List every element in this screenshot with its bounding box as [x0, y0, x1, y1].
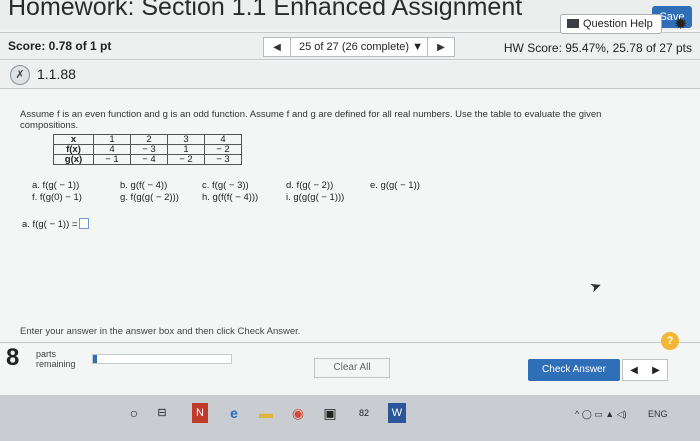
- chrome-icon[interactable]: ◉: [288, 403, 308, 423]
- check-answer-button[interactable]: Check Answer: [528, 359, 620, 381]
- table-cell: 4: [93, 144, 131, 155]
- clear-all-button[interactable]: Clear All: [314, 358, 390, 378]
- cortana-icon[interactable]: ○: [124, 403, 144, 423]
- table-cell: − 2: [167, 154, 205, 165]
- prev-question-button[interactable]: ◀: [263, 37, 291, 57]
- answer-prompt: a. f(g( − 1)) =: [22, 219, 78, 230]
- parts-col-2: b. g(f( − 4)) g. f(g(g( − 2))): [120, 180, 179, 204]
- part-h: h. g(f(f( − 4))): [202, 192, 259, 203]
- table-row: x1234: [53, 134, 242, 145]
- part-d: d. f(g( − 2)): [286, 180, 334, 191]
- help-question-icon[interactable]: ?: [661, 332, 679, 350]
- next-question-button[interactable]: ▶: [427, 37, 455, 57]
- task-view-icon[interactable]: ⊟: [152, 403, 172, 423]
- part-c: c. f(g( − 3)): [202, 180, 249, 191]
- instruction-text: Enter your answer in the answer box and …: [20, 326, 301, 337]
- answer-input[interactable]: [79, 218, 90, 229]
- system-tray-icons[interactable]: ^ ◯ ▭ ▲ ◁): [575, 409, 627, 420]
- remaining-label: remaining: [36, 359, 76, 369]
- progress-fill: [93, 355, 98, 363]
- language-indicator[interactable]: ENG: [648, 409, 668, 419]
- windows-taskbar: ○ ⊟ N e ▬ ◉ ▣ 82 W ^ ◯ ▭ ▲ ◁) ENG: [0, 395, 700, 441]
- taskbar-badge-app[interactable]: 82: [352, 403, 376, 423]
- store-icon[interactable]: ▣: [320, 403, 340, 423]
- table-cell: − 3: [130, 144, 168, 155]
- footer-divider: [0, 342, 700, 343]
- parts-remaining-count: 8: [6, 344, 20, 371]
- question-selector-label: 25 of 27 (26 complete): [299, 41, 410, 53]
- folder-icon[interactable]: ▬: [256, 403, 276, 423]
- mouse-cursor-icon: ➤: [587, 276, 604, 296]
- table-cell: 3: [167, 134, 205, 145]
- values-table: x 1 2 3 4 f(x) 4− 3 1− 2 g(x) − 1− 4− 2− 3: [53, 134, 242, 165]
- table-cell: − 2: [204, 144, 242, 155]
- parts-label: parts: [36, 349, 57, 359]
- table-cell: 1: [93, 134, 131, 145]
- caret-down-icon: ▼: [412, 41, 424, 53]
- prev-part-icon[interactable]: ◀: [630, 365, 638, 376]
- table-row-header: f(x): [53, 144, 94, 155]
- part-i: i. g(g(g( − 1))): [286, 192, 345, 203]
- parts-col-3: c. f(g( − 3)) h. g(f(f( − 4))): [202, 180, 258, 204]
- page-title: Homework: Section 1.1 Enhanced Assignmen…: [8, 0, 523, 21]
- question-score: Score: 0.78 of 1 pt: [8, 39, 112, 53]
- part-a: a. f(g( − 1)): [32, 180, 80, 191]
- table-row-header: g(x): [53, 154, 94, 165]
- parts-col-5: e. g(g( − 1)): [370, 180, 420, 192]
- help-list-icon: [567, 19, 579, 28]
- question-selector[interactable]: 25 of 27 (26 complete) ▼: [291, 37, 427, 57]
- table-row: g(x) − 1− 4− 2− 3: [53, 154, 242, 165]
- table-row: f(x) 4− 3 1− 2: [53, 144, 242, 155]
- parts-remaining-label: parts remaining: [36, 349, 76, 369]
- table-cell: − 1: [93, 154, 131, 165]
- question-navigator: ◀ 25 of 27 (26 complete) ▼ ▶: [263, 37, 455, 57]
- parts-col-1: a. f(g( − 1)) f. f(g(0) − 1): [32, 180, 82, 204]
- part-f: f. f(g(0) − 1): [32, 192, 82, 203]
- problem-statement: Assume f is an even function and g is an…: [20, 109, 602, 131]
- question-help-button[interactable]: Question Help: [560, 14, 662, 34]
- question-help-label: Question Help: [583, 18, 653, 30]
- app-n-icon[interactable]: N: [192, 403, 208, 423]
- parts-progress-bar: [92, 354, 232, 364]
- next-part-icon[interactable]: ▶: [652, 365, 660, 376]
- table-cell: − 4: [130, 154, 168, 165]
- part-e: e. g(g( − 1)): [370, 180, 420, 191]
- table-cell: 2: [130, 134, 168, 145]
- part-g: g. f(g(g( − 2))): [120, 192, 179, 203]
- question-bar: ✗ 1.1.88: [0, 61, 700, 89]
- score-bar: Score: 0.78 of 1 pt ◀ 25 of 27 (26 compl…: [0, 32, 700, 60]
- table-row-header: x: [53, 134, 94, 145]
- edge-icon[interactable]: e: [224, 403, 244, 423]
- chevron-left-icon: ◀: [273, 41, 281, 53]
- answer-row: a. f(g( − 1)) =: [22, 218, 90, 230]
- parts-col-4: d. f(g( − 2)) i. g(g(g( − 1))): [286, 180, 344, 204]
- partial-credit-icon: ✗: [10, 65, 30, 85]
- table-cell: 1: [167, 144, 205, 155]
- part-pager: ◀ ▶: [622, 359, 668, 381]
- table-cell: 4: [204, 134, 242, 145]
- chevron-right-icon: ▶: [437, 41, 445, 53]
- hw-score: HW Score: 95.47%, 25.78 of 27 pts: [503, 41, 692, 55]
- gear-icon[interactable]: ✹: [674, 14, 687, 34]
- browser-page: Homework: Section 1.1 Enhanced Assignmen…: [0, 0, 700, 395]
- question-number: 1.1.88: [37, 66, 76, 82]
- taskbar-badge: 82: [358, 408, 369, 418]
- part-b: b. g(f( − 4)): [120, 180, 168, 191]
- table-cell: − 3: [204, 154, 242, 165]
- word-icon[interactable]: W: [388, 403, 406, 423]
